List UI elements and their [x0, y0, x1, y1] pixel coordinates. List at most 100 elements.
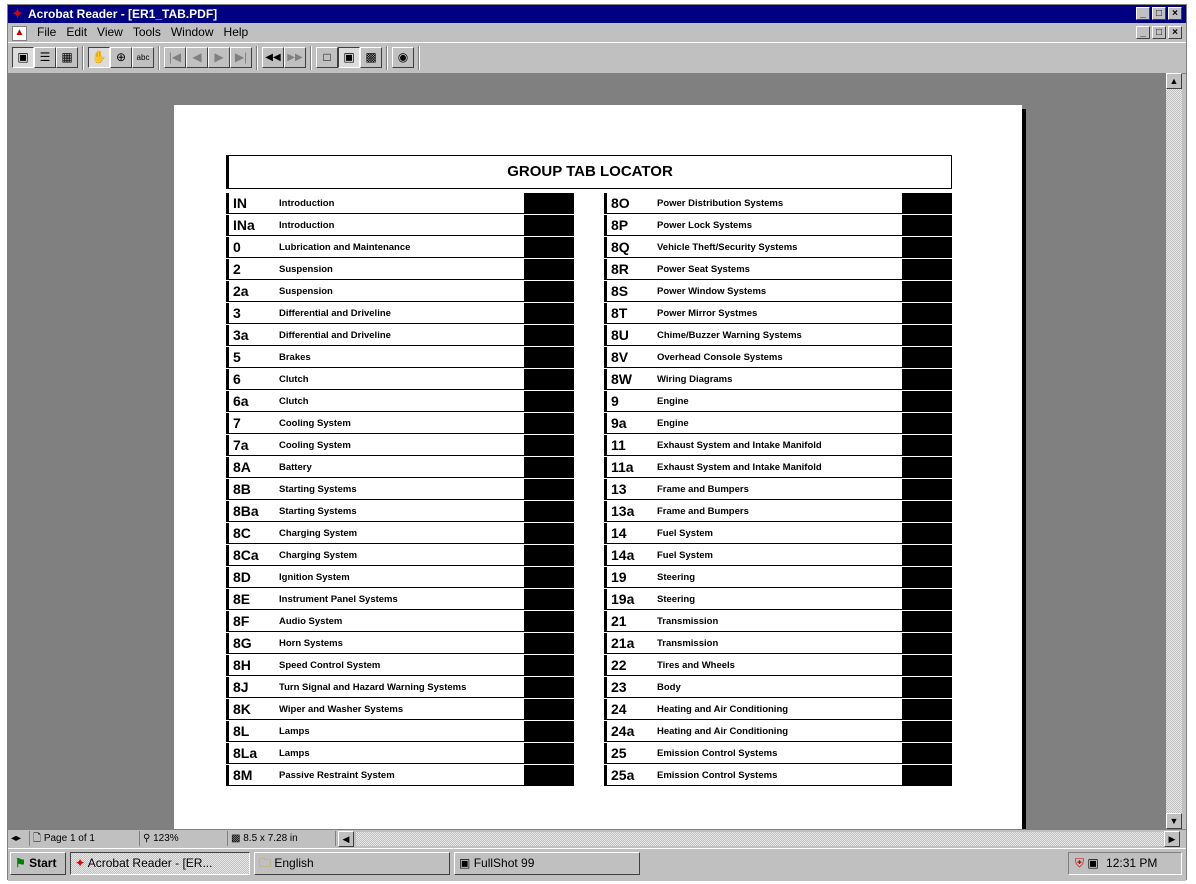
tab-description: Suspension [279, 286, 333, 297]
doc-close-button[interactable]: × [1168, 26, 1182, 39]
clock[interactable]: 12:31 PM [1106, 856, 1157, 870]
tab-row: 9 Engine [604, 391, 952, 412]
start-button[interactable]: ⚑ Start [10, 852, 66, 875]
tab-marker [524, 281, 574, 301]
horizontal-scrollbar[interactable] [356, 832, 1164, 846]
page-only-icon[interactable]: ▣ [12, 47, 34, 68]
tab-marker [524, 743, 574, 763]
menu-bar: ▲ File Edit View Tools Window Help _ □ × [8, 23, 1186, 42]
close-button[interactable]: × [1168, 7, 1182, 20]
menu-file[interactable]: File [32, 23, 61, 42]
document-icon[interactable]: ▲ [12, 26, 27, 41]
tab-code: 8E [233, 591, 251, 607]
scroll-down-icon[interactable]: ▼ [1166, 813, 1182, 829]
tab-code: 8Ba [233, 503, 259, 519]
tab-row: 8R Power Seat Systems [604, 259, 952, 280]
tab-code: IN [233, 195, 247, 211]
text-select-icon[interactable]: abc [132, 47, 154, 68]
task-acrobat[interactable]: ✦ Acrobat Reader - [ER... [70, 852, 250, 875]
shield-icon[interactable]: ⛨ [1075, 853, 1084, 874]
menu-help[interactable]: Help [219, 23, 254, 42]
task-fullshot[interactable]: ▣ FullShot 99 [454, 852, 640, 875]
tab-marker [524, 545, 574, 565]
tab-row: 8S Power Window Systems [604, 281, 952, 302]
tab-marker [524, 413, 574, 433]
page-indicator[interactable]: 🗋 Page 1 of 1 [30, 831, 140, 846]
scroll-right-icon[interactable]: ▶ [1164, 831, 1180, 847]
network-icon[interactable]: ▣ [1087, 853, 1098, 874]
tab-code: 24 [611, 701, 627, 717]
title-bar[interactable]: ✦ Acrobat Reader - [ER1_TAB.PDF] _ □ × [8, 5, 1186, 23]
go-forward-icon[interactable]: ▶▶ [284, 47, 306, 68]
tab-marker [902, 765, 952, 785]
tab-row: 8V Overhead Console Systems [604, 347, 952, 368]
tab-description: Lamps [279, 748, 310, 759]
tab-row: 25 Emission Control Systems [604, 743, 952, 764]
tab-marker [902, 325, 952, 345]
menu-view[interactable]: View [92, 23, 128, 42]
tab-marker [524, 501, 574, 521]
doc-minimize-button[interactable]: _ [1136, 26, 1150, 39]
tab-row: 8L Lamps [226, 721, 574, 742]
tab-marker [902, 303, 952, 323]
fit-page-icon[interactable]: ▣ [338, 47, 360, 68]
toolbar-separator [418, 46, 420, 70]
tab-description: Differential and Driveline [279, 330, 391, 341]
tab-row: 8H Speed Control System [226, 655, 574, 676]
scroll-up-icon[interactable]: ▲ [1166, 73, 1182, 89]
zoom-text: 123% [153, 833, 179, 844]
menu-edit[interactable]: Edit [61, 23, 92, 42]
menu-window[interactable]: Window [166, 23, 219, 42]
maximize-button[interactable]: □ [1152, 7, 1166, 20]
minimize-button[interactable]: _ [1136, 7, 1150, 20]
next-page-icon[interactable]: ▶ [208, 47, 230, 68]
menu-tools[interactable]: Tools [128, 23, 166, 42]
tab-row: 21 Transmission [604, 611, 952, 632]
tab-code: 8T [611, 305, 628, 321]
tab-code: 8K [233, 701, 251, 717]
acrobat-icon[interactable]: ✦ [12, 7, 26, 21]
tab-description: Battery [279, 462, 312, 473]
tab-row: 8Ca Charging System [226, 545, 574, 566]
tab-row: 6a Clutch [226, 391, 574, 412]
tab-marker [902, 281, 952, 301]
splitter-icon[interactable]: ◂▸ [8, 831, 30, 846]
tab-description: Tires and Wheels [657, 660, 735, 671]
tab-row: 3a Differential and Driveline [226, 325, 574, 346]
tab-code: 0 [233, 239, 241, 255]
task-english-folder[interactable]: 🗀 English [254, 852, 450, 875]
tab-description: Audio System [279, 616, 343, 627]
tab-marker [902, 215, 952, 235]
find-icon[interactable]: ◉ [392, 47, 414, 68]
fit-width-icon[interactable]: ▩ [360, 47, 382, 68]
bookmarks-and-page-icon[interactable]: ☰ [34, 47, 56, 68]
tab-marker [902, 369, 952, 389]
taskbar: ⚑ Start ✦ Acrobat Reader - [ER... 🗀 Engl… [8, 848, 1186, 881]
tab-marker [524, 369, 574, 389]
tab-description: Heating and Air Conditioning [657, 726, 789, 737]
zoom-indicator[interactable]: ⚲ 123% [140, 831, 228, 846]
tab-code: 19a [611, 591, 635, 607]
tab-row: 14 Fuel System [604, 523, 952, 544]
actual-size-icon[interactable]: □ [316, 47, 338, 68]
tab-code: 8U [611, 327, 629, 343]
scroll-left-icon[interactable]: ◀ [338, 831, 354, 847]
first-page-icon[interactable]: |◀ [164, 47, 186, 68]
tab-marker [524, 215, 574, 235]
tab-description: Horn Systems [279, 638, 343, 649]
last-page-icon[interactable]: ▶| [230, 47, 252, 68]
acrobat-window: ✦ Acrobat Reader - [ER1_TAB.PDF] _ □ × ▲… [7, 4, 1187, 881]
tab-description: Ignition System [279, 572, 350, 583]
previous-page-icon[interactable]: ◀ [186, 47, 208, 68]
hand-tool-icon[interactable]: ✋ [88, 47, 110, 68]
document-view[interactable]: GROUP TAB LOCATOR IN Introduction INa Intro… [8, 73, 1166, 829]
tab-code: 3 [233, 305, 241, 321]
go-back-icon[interactable]: ◀◀ [262, 47, 284, 68]
left-tab-column: IN Introduction INa Introduction 0 Lubricatio… [226, 193, 574, 787]
doc-restore-button[interactable]: □ [1152, 26, 1166, 39]
tab-description: Body [657, 682, 681, 693]
zoom-tool-icon[interactable]: ⊕ [110, 47, 132, 68]
tab-description: Starting Systems [279, 506, 357, 517]
thumbnails-and-page-icon[interactable]: ▦ [56, 47, 78, 68]
vertical-scrollbar[interactable]: ▲ ▼ [1166, 73, 1182, 829]
